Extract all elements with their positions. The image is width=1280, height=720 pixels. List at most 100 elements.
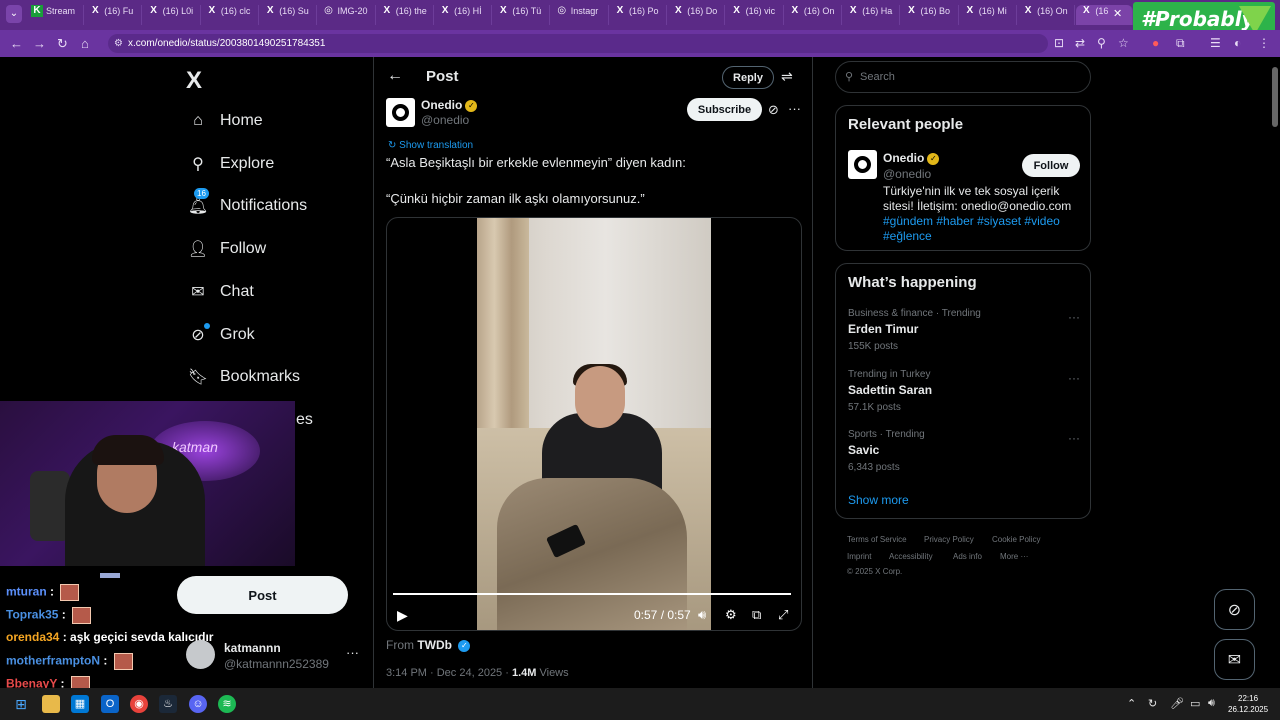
search-input[interactable]: Search: [835, 61, 1091, 93]
messages-fab-icon[interactable]: ✉: [1214, 639, 1255, 680]
footer-link[interactable]: Accessibility: [889, 552, 933, 561]
fullscreen-icon[interactable]: ⤢: [778, 607, 788, 623]
relevant-name[interactable]: Onedio ✓: [883, 151, 940, 165]
relevant-hashtags[interactable]: #gündem #haber #siyaset #video #eğlence: [883, 214, 1083, 244]
browser-tab[interactable]: X (16) clc: [202, 5, 259, 25]
url-field[interactable]: ⚙ x.com/onedio/status/2003801490251784351: [108, 34, 1048, 53]
tray-display-icon[interactable]: ▭: [1190, 697, 1200, 710]
timestamp[interactable]: 3:14 PM · Dec 24, 2025 ·: [386, 667, 512, 679]
forward-icon[interactable]: →: [33, 36, 46, 51]
back-arrow-icon[interactable]: ←: [387, 67, 403, 85]
browser-tab[interactable]: ◎ Instagr: [552, 5, 609, 25]
extension-red-icon[interactable]: ●: [1152, 36, 1159, 50]
footer-link[interactable]: More ···: [1000, 552, 1028, 561]
video-progress-bar[interactable]: [393, 593, 791, 595]
more-icon[interactable]: ···: [346, 645, 359, 660]
relevant-avatar[interactable]: [848, 150, 877, 179]
footer-link[interactable]: Privacy Policy: [924, 535, 974, 544]
more-icon[interactable]: ···: [1068, 310, 1080, 324]
tray-chevron-icon[interactable]: ⌃: [1127, 697, 1136, 710]
browser-tab[interactable]: X (16) L0i: [144, 5, 201, 25]
author-handle[interactable]: @onedio: [421, 113, 469, 127]
star-icon[interactable]: ☆: [1118, 36, 1129, 50]
back-icon[interactable]: ←: [10, 36, 23, 51]
play-icon[interactable]: ▶: [397, 607, 408, 624]
browser-tab[interactable]: X (16) On: [1018, 5, 1076, 25]
trend-item[interactable]: Trending in Turkey Sadettin Saran 57.1K po…: [848, 369, 1080, 413]
tab-search-button[interactable]: ⌄: [6, 5, 22, 23]
browser-tab[interactable]: X (16: [1076, 5, 1134, 25]
sidebar-item-notifications[interactable]: 🔔︎ 16 Notifications: [186, 188, 307, 221]
extensions-icon[interactable]: ⧉: [1176, 36, 1185, 51]
sidebar-item-chat[interactable]: ✉ Chat: [186, 277, 254, 307]
scrollbar-thumb[interactable]: [1272, 67, 1278, 127]
more-icon[interactable]: ···: [788, 101, 801, 116]
show-more-link[interactable]: Show more: [848, 493, 909, 507]
grok-fab-icon[interactable]: ⊘: [1214, 589, 1255, 630]
x-logo[interactable]: X: [186, 67, 202, 95]
sidebar-item-follow[interactable]: 👤︎ Follow: [186, 234, 266, 264]
calculator-icon[interactable]: ▦: [71, 695, 89, 713]
sidebar-item-home[interactable]: ⌂ Home: [186, 106, 263, 136]
reload-icon[interactable]: ↻: [57, 36, 68, 52]
browser-tab[interactable]: X (16) Mi: [960, 5, 1017, 25]
chrome-icon[interactable]: ◉: [130, 695, 148, 713]
discord-icon[interactable]: ☺: [189, 695, 207, 713]
relevant-handle[interactable]: @onedio: [883, 167, 931, 181]
sidepanel-icon[interactable]: ☰: [1210, 36, 1221, 50]
volume-icon[interactable]: 🔊︎: [698, 607, 706, 623]
tray-mic-icon[interactable]: 🎤︎: [1170, 697, 1184, 710]
browser-tab[interactable]: X (16) Bo: [902, 5, 959, 25]
steam-icon[interactable]: ♨: [159, 695, 177, 713]
show-translation-link[interactable]: ↻ Show translation: [388, 140, 473, 151]
browser-menu-icon[interactable]: ⋮: [1258, 36, 1270, 50]
browser-tab[interactable]: K Stream: [27, 5, 84, 25]
browser-tab[interactable]: X (16) Ha: [843, 5, 901, 25]
outlook-icon[interactable]: O: [101, 695, 119, 713]
more-icon[interactable]: ···: [1068, 371, 1080, 385]
start-icon[interactable]: ⊞: [12, 695, 30, 713]
more-icon[interactable]: ···: [1068, 431, 1080, 445]
tray-sync-icon[interactable]: ↻: [1148, 697, 1157, 710]
zoom-icon[interactable]: ⚲: [1097, 36, 1106, 50]
author-avatar[interactable]: [386, 98, 415, 127]
footer-link[interactable]: Ads info: [953, 552, 982, 561]
tray-volume-icon[interactable]: 🔊︎: [1208, 697, 1215, 710]
browser-tab[interactable]: X (16) Do: [668, 5, 726, 25]
video-frame[interactable]: [477, 218, 711, 630]
browser-tab[interactable]: X (16) Tü: [493, 5, 551, 25]
from-source-link[interactable]: TWDb: [417, 638, 452, 652]
browser-tab[interactable]: X (16) Hİ: [435, 5, 493, 25]
trend-item[interactable]: Business & finance · Trending Erden Timur…: [848, 308, 1080, 352]
browser-tab[interactable]: X (16) Su: [260, 5, 318, 25]
account-switcher[interactable]: katmannn @katmannn252389 ···: [186, 637, 361, 677]
sliders-icon[interactable]: ⇌: [781, 68, 793, 85]
sidebar-item-grok[interactable]: ⊘ Grok: [186, 320, 255, 350]
sidebar-item-bookmarks[interactable]: 🔖︎ Bookmarks: [186, 362, 300, 392]
browser-tab[interactable]: X (16) Fu: [85, 5, 143, 25]
browser-tab[interactable]: X (16) Po: [610, 5, 667, 25]
hidden-nav-item-suffix[interactable]: es: [296, 411, 313, 429]
subscribe-button[interactable]: Subscribe: [687, 98, 762, 121]
follow-button[interactable]: Follow: [1022, 154, 1080, 177]
profile-avatar[interactable]: ◐: [1234, 36, 1241, 50]
author-name[interactable]: Onedio ✓: [421, 98, 478, 112]
post-button[interactable]: Post: [177, 576, 348, 614]
settings-icon[interactable]: ⚙: [725, 607, 737, 623]
browser-tab[interactable]: X (16) vic: [727, 5, 784, 25]
reply-button[interactable]: Reply: [722, 66, 774, 89]
sidebar-item-explore[interactable]: ⚲ Explore: [186, 149, 274, 179]
picture-in-picture-icon[interactable]: ⧉: [752, 607, 761, 623]
footer-link[interactable]: Terms of Service: [847, 535, 907, 544]
install-icon[interactable]: ⊡: [1054, 36, 1064, 50]
scrollbar[interactable]: [1270, 57, 1280, 688]
trend-item[interactable]: Sports · Trending Savic 6,343 posts ···: [848, 429, 1080, 473]
browser-tab[interactable]: ◎ IMG-20: [319, 5, 376, 25]
video-player[interactable]: ▶ 0:57 / 0:57 🔊︎ ⚙ ⧉ ⤢: [386, 217, 802, 631]
browser-tab[interactable]: X (16) On: [785, 5, 842, 25]
file-explorer-icon[interactable]: [42, 695, 60, 713]
spotify-icon[interactable]: ≋: [218, 695, 236, 713]
footer-link[interactable]: Imprint: [847, 552, 871, 561]
home-browser-icon[interactable]: ⌂: [81, 36, 89, 51]
tab-close-icon[interactable]: ✕: [1113, 7, 1122, 20]
